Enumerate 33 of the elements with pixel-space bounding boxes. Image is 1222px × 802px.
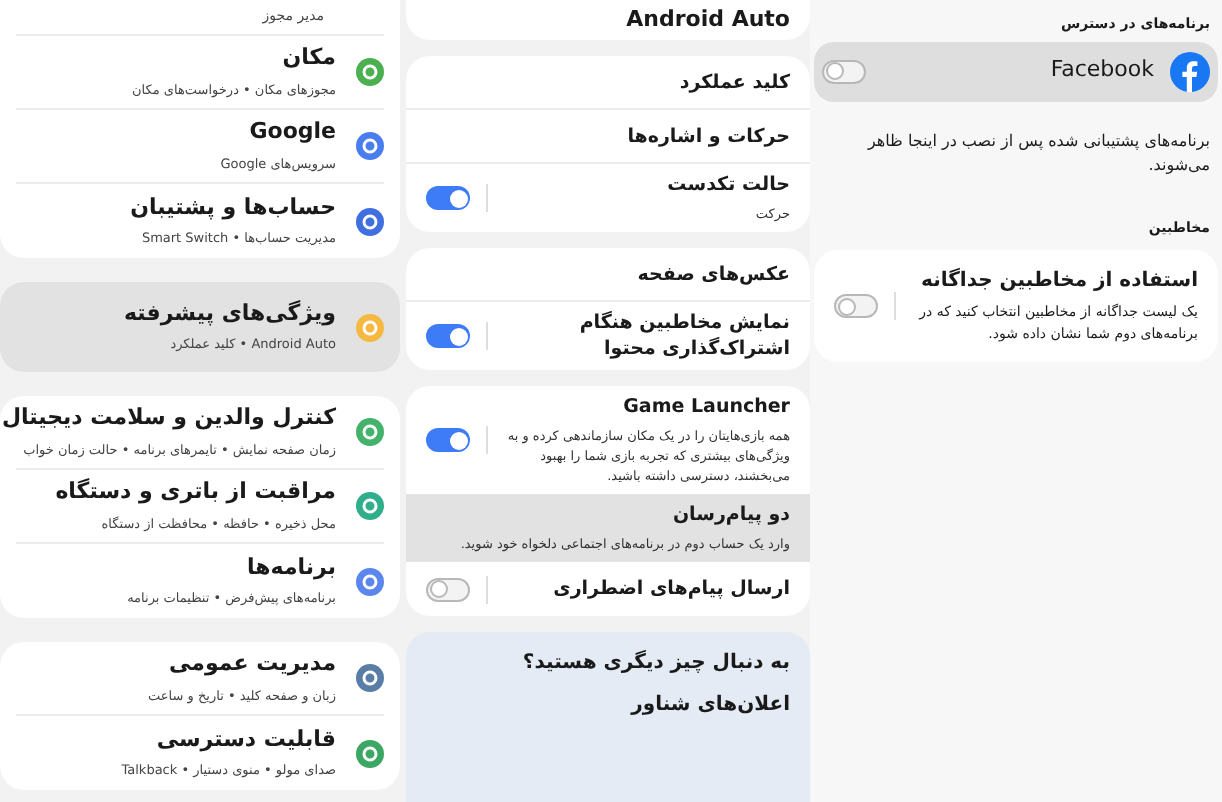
- app-row[interactable]: Facebook: [814, 41, 1218, 101]
- settings-row[interactable]: نمایش مخاطبین هنگام اشتراک‌گذاری محتوا: [406, 302, 810, 370]
- settings-row[interactable]: ارسال پیام‌های اضطراری: [406, 562, 810, 616]
- item-title[interactable]: قابلیت دسترسی: [121, 723, 336, 757]
- item-title[interactable]: Google: [220, 116, 336, 150]
- toggle-switch[interactable]: [426, 186, 470, 210]
- item-title: دو پیام‌رسان: [670, 502, 790, 528]
- apps-note: برنامه‌های پشتیبانی شده پس از نصب در اینجا ظاهر می‌شوند.: [865, 129, 1212, 177]
- item-title: نمایش مخاطبین هنگام اشتراک‌گذاری محتوا: [577, 310, 790, 362]
- item-title: عکس‌های صفحه: [635, 261, 790, 287]
- item-title: کلید عملکرد: [677, 69, 790, 95]
- item-title[interactable]: کنترل والدین و سلامت دیجیتال: [1, 402, 336, 436]
- item-title[interactable]: مراقبت از باتری و دستگاه: [55, 476, 336, 510]
- item-title: حالت تکدست: [665, 172, 790, 198]
- app-name: Facebook: [1048, 54, 1154, 87]
- toggle-switch[interactable]: [834, 294, 878, 318]
- item-title: حرکات و اشاره‌ها: [625, 123, 790, 149]
- toggle-switch[interactable]: [426, 324, 470, 348]
- app-icon: [1170, 51, 1210, 91]
- item-title: ارسال پیام‌های اضطراری: [551, 576, 790, 602]
- item-title[interactable]: مدیریت عمومی: [147, 648, 336, 682]
- item-title: Game Launcher: [621, 394, 790, 420]
- suggestion-title: به دنبال چیز دیگری هستید؟: [520, 648, 790, 678]
- item-title[interactable]: حساب‌ها و پشتیبان: [130, 191, 336, 225]
- item-title[interactable]: ویژگی‌های پیشرفته: [123, 297, 336, 331]
- toggle-switch[interactable]: [426, 577, 470, 601]
- toggle-switch[interactable]: [426, 428, 470, 452]
- item-title[interactable]: مکان: [132, 42, 336, 76]
- toggle-switch[interactable]: [822, 59, 866, 83]
- item-title: استفاده از مخاطبین جداگانه: [919, 266, 1198, 296]
- suggestion-link[interactable]: اعلان‌های شناور: [426, 690, 790, 720]
- item-title[interactable]: برنامه‌ها: [127, 551, 336, 585]
- item-title[interactable]: Android Auto: [626, 3, 790, 37]
